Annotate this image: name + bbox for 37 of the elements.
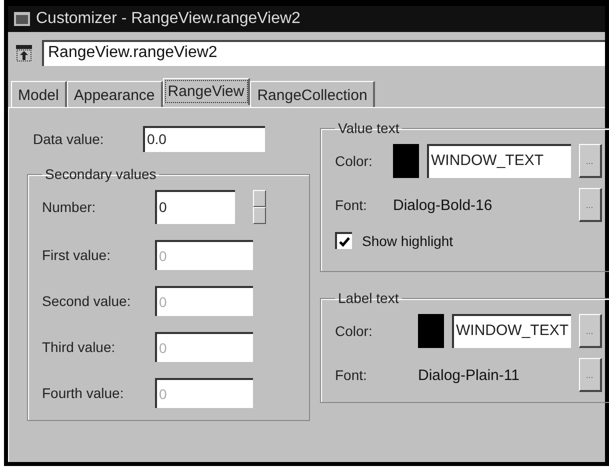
check-icon <box>339 236 350 246</box>
field-label: Color: <box>335 153 374 169</box>
font-button[interactable]: ... <box>578 358 602 392</box>
app-icon <box>14 12 30 26</box>
color-swatch[interactable] <box>418 314 444 348</box>
group-title: Label text <box>337 290 400 306</box>
tab[interactable]: Appearance <box>66 81 163 107</box>
group-title: Value text <box>337 120 400 136</box>
font-value: Dialog-Bold-16 <box>393 196 494 214</box>
field-label: Color: <box>335 323 374 339</box>
data-value-field[interactable]: 0.0 <box>143 126 265 152</box>
field-label: First value: <box>42 247 112 263</box>
font-button[interactable]: ... <box>578 188 602 222</box>
font-value: Dialog-Plain-11 <box>418 366 520 384</box>
color-swatch[interactable] <box>393 144 419 178</box>
field-label: Third value: <box>42 339 116 355</box>
tab[interactable]: RangeCollection <box>250 81 376 107</box>
number-field[interactable]: 0 <box>155 190 235 224</box>
object-icon <box>16 44 32 62</box>
group-title: Secondary values <box>44 166 158 182</box>
tab[interactable]: RangeView <box>162 78 250 105</box>
color-button[interactable]: ... <box>578 144 602 178</box>
field-label: Data value: <box>33 131 105 147</box>
checkbox-label: Show highlight <box>362 232 454 248</box>
field-label: Number: <box>42 199 97 215</box>
spinner[interactable] <box>253 190 266 224</box>
field-label: Fourth value: <box>42 385 125 401</box>
object-field[interactable]: RangeView.rangeView2 <box>42 40 605 66</box>
field-label: Font: <box>335 367 368 383</box>
color-field[interactable]: WINDOW_TEXT <box>427 144 570 178</box>
color-button[interactable]: ... <box>578 314 602 348</box>
window-title: Customizer - RangeView.rangeView2 <box>36 10 300 28</box>
field-label: Second value: <box>42 293 132 309</box>
color-field[interactable]: WINDOW_TEXT <box>452 314 570 348</box>
checkbox[interactable] <box>335 232 352 249</box>
tab[interactable]: Model <box>11 81 67 107</box>
field-label: Font: <box>335 197 368 213</box>
